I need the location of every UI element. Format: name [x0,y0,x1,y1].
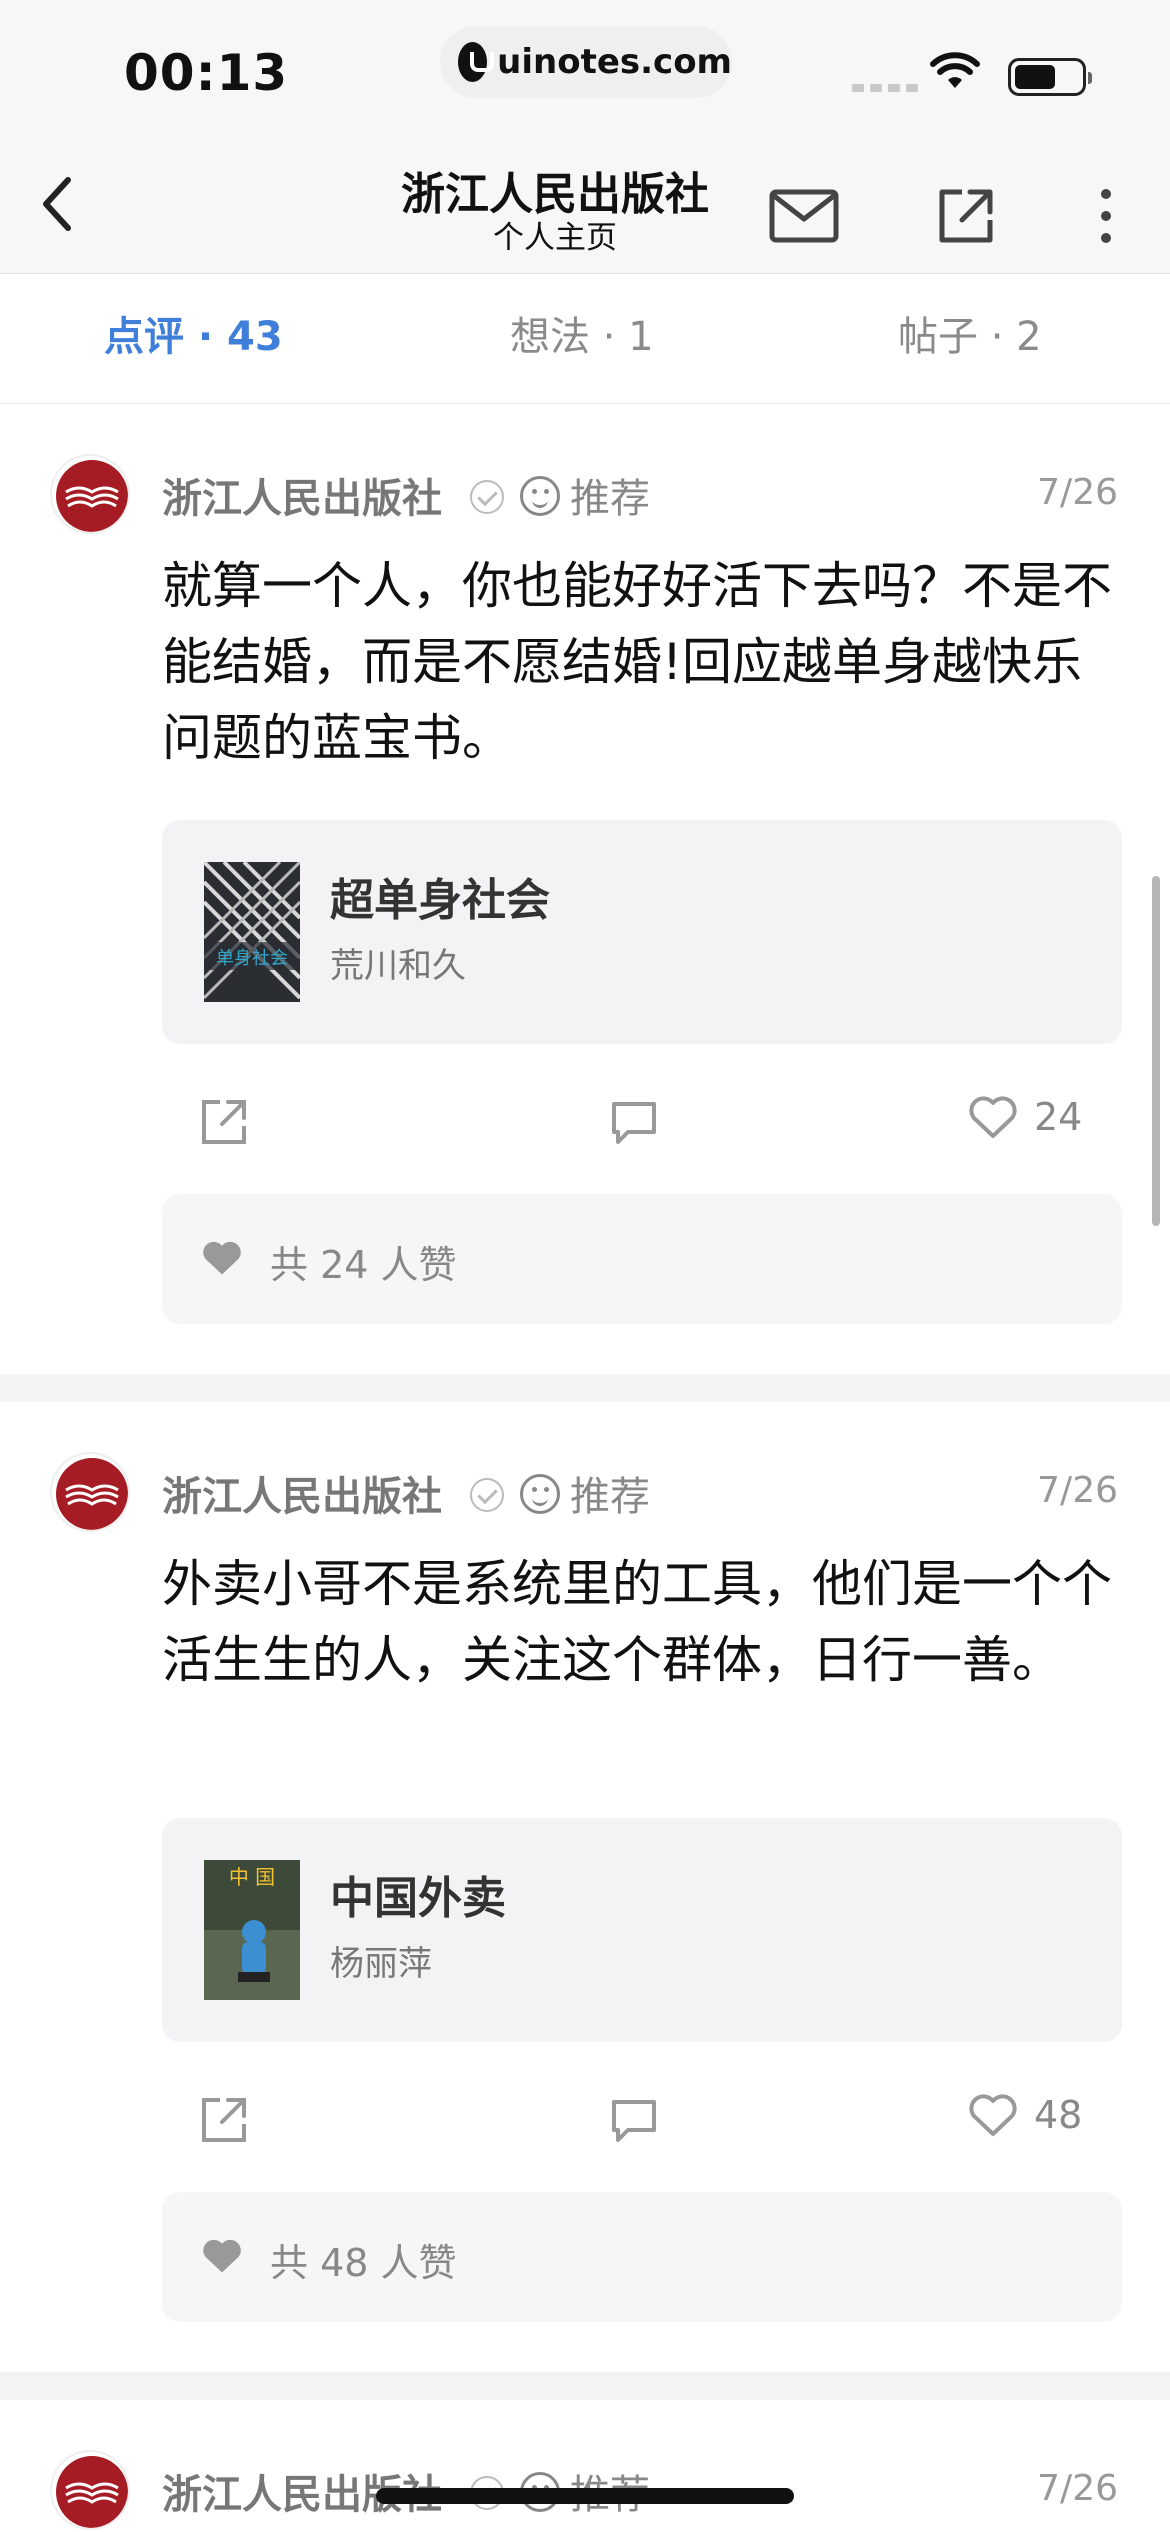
wifi-icon [930,52,980,88]
book-cover: 单身社会 [204,862,300,1002]
post-date: 7/26 [1037,472,1118,513]
book-cover: 中 国 [204,1860,300,2000]
comment-icon [612,1102,656,1144]
smile-icon [520,476,560,516]
share-icon [939,189,993,243]
likes-text: 共 48 人赞 [270,2241,457,2285]
uinotes-logo-icon [458,42,495,82]
mail-icon [769,189,839,243]
publisher-logo-icon [56,2456,128,2528]
verified-icon [470,1478,504,1512]
post-card: 浙江人民出版社 推荐 7/26 外卖小哥不是系统里的工具，他们是一个个活生生的人… [0,1402,1170,2372]
post-content[interactable]: 就算一个人，你也能好好活下去吗？不是不能结婚，而是不愿结婚!回应越单身越快乐问题… [162,548,1122,776]
publisher-logo-icon [56,460,128,532]
tab-bar: 点评 · 43 想法 · 1 帖子 · 2 [0,274,1170,404]
avatar[interactable] [50,2450,130,2530]
like-count: 48 [1034,2093,1083,2137]
like-action[interactable]: 24 [968,1094,1082,1140]
post-separator [0,2372,1170,2400]
scrollbar[interactable] [1152,876,1160,1226]
book-card[interactable]: 单身社会 超单身社会 荒川和久 [162,820,1122,1044]
share-action[interactable] [200,2096,248,2144]
book-title: 中国外卖 [330,1873,506,1924]
comment-action[interactable] [610,2098,658,2144]
share-action[interactable] [200,1098,248,1146]
status-bar: 00:13 uinotes.com [0,0,1170,140]
book-title: 超单身社会 [330,875,550,926]
comment-action[interactable] [610,1100,658,1146]
likes-text: 共 24 人赞 [270,1243,457,1287]
author-name[interactable]: 浙江人民出版社 [162,1464,442,1522]
post-date: 7/26 [1037,1470,1118,1511]
like-count: 24 [1034,1095,1083,1139]
publisher-logo-icon [56,1458,128,1530]
heart-filled-icon [203,2239,241,2273]
post-card: 浙江人民出版社 推荐 7/26 就算一个人，你也能好好活下去吗？不是不能结婚，而… [0,404,1170,1374]
tab-reviews[interactable]: 点评 · 43 [104,304,283,362]
cellular-signal-icon [852,84,918,92]
book-card[interactable]: 中 国 中国外卖 杨丽萍 [162,1818,1122,2042]
post-content[interactable]: 外卖小哥不是系统里的工具，他们是一个个活生生的人，关注这个群体，日行一善。 [162,1546,1122,1698]
heart-outline-icon [969,2094,1017,2136]
smile-icon [520,1474,560,1514]
like-action[interactable]: 48 [968,2092,1082,2138]
url-pill[interactable]: uinotes.com [440,26,732,98]
url-text: uinotes.com [497,42,732,82]
tab-posts[interactable]: 帖子 · 2 [898,304,1042,362]
status-time: 00:13 [124,44,289,102]
message-button[interactable] [764,176,844,256]
more-button[interactable] [1066,176,1146,256]
heart-outline-icon [969,1096,1017,1138]
author-name[interactable]: 浙江人民出版社 [162,466,442,524]
book-cover-text: 单身社会 [216,948,288,969]
post-card: 浙江人民出版社 推荐 7/26 [0,2400,1170,2532]
recommend-tag: 推荐 [570,476,650,522]
likes-summary[interactable]: 共 24 人赞 [162,1194,1122,1324]
post-separator [0,1374,1170,1402]
heart-filled-icon [203,1241,241,1275]
nav-header: 浙江人民出版社 个人主页 [0,140,1170,274]
battery-icon [1008,58,1092,96]
home-indicator[interactable] [376,2488,794,2504]
share-icon [202,1100,246,1144]
avatar[interactable] [50,454,130,534]
share-button[interactable] [926,176,1006,256]
likes-summary[interactable]: 共 48 人赞 [162,2192,1122,2322]
avatar[interactable] [50,1452,130,1532]
share-icon [202,2098,246,2142]
post-date: 7/26 [1037,2468,1118,2509]
comment-icon [612,2100,656,2142]
book-author: 杨丽萍 [330,1944,432,1984]
tab-thoughts[interactable]: 想法 · 1 [510,304,654,362]
book-author: 荒川和久 [330,946,466,986]
verified-icon [470,480,504,514]
book-cover-text: 中 国 [229,1865,275,1889]
more-vertical-icon [1101,189,1111,243]
recommend-tag: 推荐 [570,1474,650,1520]
